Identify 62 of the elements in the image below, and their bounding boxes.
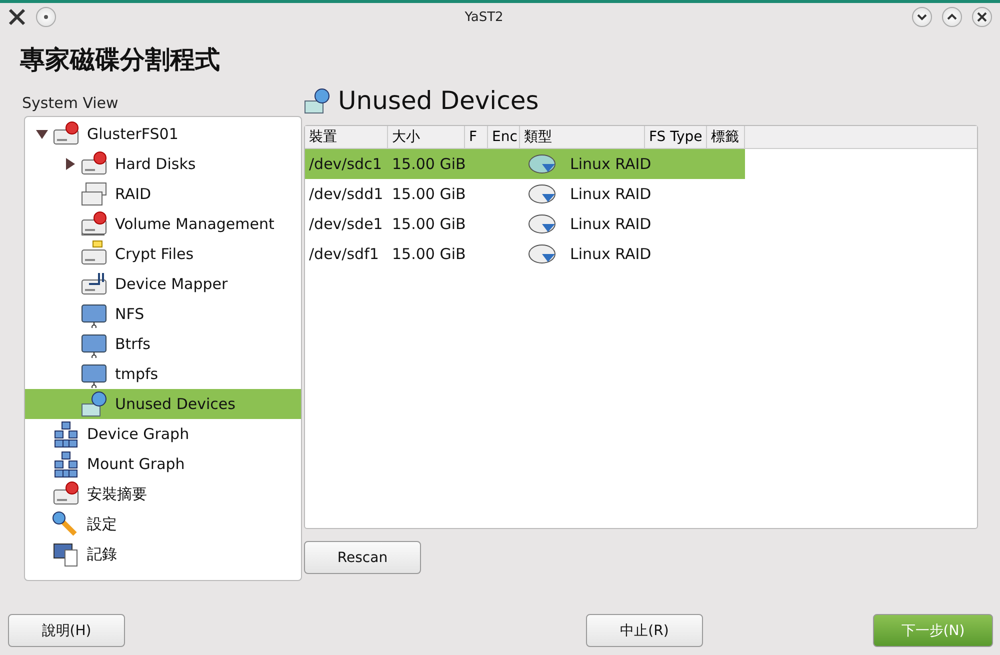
- table-row[interactable]: /dev/sde1 15.00 GiB Linux RAID: [305, 209, 745, 239]
- pie-disk-icon: [528, 153, 556, 175]
- table-cell-text: /dev/sdd1: [308, 185, 384, 203]
- maximize-button[interactable]: [942, 7, 962, 27]
- close-button[interactable]: [972, 7, 992, 27]
- chevron-up-icon: [947, 12, 957, 22]
- table-row[interactable]: /dev/sdf1 15.00 GiB Linux RAID: [305, 239, 745, 269]
- dot-icon: [44, 15, 48, 19]
- tree-item[interactable]: RAID: [25, 179, 301, 209]
- table-cell-text: Linux RAID: [569, 215, 652, 233]
- table-cell-text: 15.00 GiB: [391, 155, 467, 173]
- pie-disk-icon: [528, 243, 556, 265]
- table-cell-text: Linux RAID: [569, 155, 652, 173]
- table-cell-text: /dev/sde1: [308, 215, 384, 233]
- pin-button[interactable]: [36, 7, 56, 27]
- table-cell-text: Linux RAID: [569, 245, 652, 263]
- column-header[interactable]: FS Type: [645, 126, 707, 148]
- tree-item[interactable]: NFS: [25, 299, 301, 329]
- disk-stack-icon: [79, 210, 109, 238]
- section-label: System View: [22, 94, 120, 112]
- tree-item[interactable]: Device Graph: [25, 419, 301, 449]
- expanded-triangle-icon[interactable]: [36, 128, 48, 140]
- tree-item[interactable]: Btrfs: [25, 329, 301, 359]
- table-row[interactable]: /dev/sdd1 15.00 GiB Linux RAID: [305, 179, 745, 209]
- table-cell-text: 15.00 GiB: [391, 215, 467, 233]
- minimize-button[interactable]: [912, 7, 932, 27]
- table-cell-text: 15.00 GiB: [391, 185, 467, 203]
- column-header[interactable]: 裝置: [305, 126, 388, 148]
- close-icon: [977, 12, 987, 22]
- tree-item[interactable]: Volume Management: [25, 209, 301, 239]
- tree-item[interactable]: Crypt Files: [25, 239, 301, 269]
- pie-disk-icon: [528, 183, 556, 205]
- column-header[interactable]: 標籤: [707, 126, 745, 148]
- tree-item[interactable]: tmpfs: [25, 359, 301, 389]
- abort-button[interactable]: 中止(R): [586, 614, 703, 647]
- tree-item[interactable]: 記錄: [25, 539, 301, 569]
- tree-item[interactable]: Unused Devices: [25, 389, 301, 419]
- disk-stack-icon: [79, 180, 109, 208]
- chevron-down-icon: [917, 12, 927, 22]
- panel-title: Unused Devices: [338, 86, 539, 115]
- column-header[interactable]: F: [465, 126, 488, 148]
- page-heading: 專家磁碟分割程式: [20, 44, 221, 76]
- tree-item[interactable]: 設定: [25, 509, 301, 539]
- pie-disk-icon: [528, 213, 556, 235]
- app-logo-icon: [8, 8, 26, 26]
- table-cell-text: 15.00 GiB: [391, 245, 467, 263]
- tree-item[interactable]: GlusterFS01: [25, 119, 301, 149]
- rescan-button[interactable]: Rescan: [304, 541, 421, 574]
- window-title: YaST2: [464, 10, 504, 24]
- table-cell-text: /dev/sdf1: [308, 245, 380, 263]
- table-cell-text: /dev/sdc1: [308, 155, 383, 173]
- tree-item[interactable]: 安裝摘要: [25, 479, 301, 509]
- help-button[interactable]: 說明(H): [8, 614, 125, 647]
- tree-item[interactable]: Hard Disks: [25, 149, 301, 179]
- column-header[interactable]: 類型: [520, 126, 645, 148]
- column-header[interactable]: 大小: [388, 126, 465, 148]
- tree-item[interactable]: Mount Graph: [25, 449, 301, 479]
- collapsed-triangle-icon[interactable]: [64, 158, 76, 170]
- tree-item[interactable]: Device Mapper: [25, 269, 301, 299]
- table-row[interactable]: /dev/sdc1 15.00 GiB Linux RAID: [305, 149, 745, 179]
- table-cell-text: Linux RAID: [569, 185, 652, 203]
- column-header[interactable]: Enc: [488, 126, 520, 148]
